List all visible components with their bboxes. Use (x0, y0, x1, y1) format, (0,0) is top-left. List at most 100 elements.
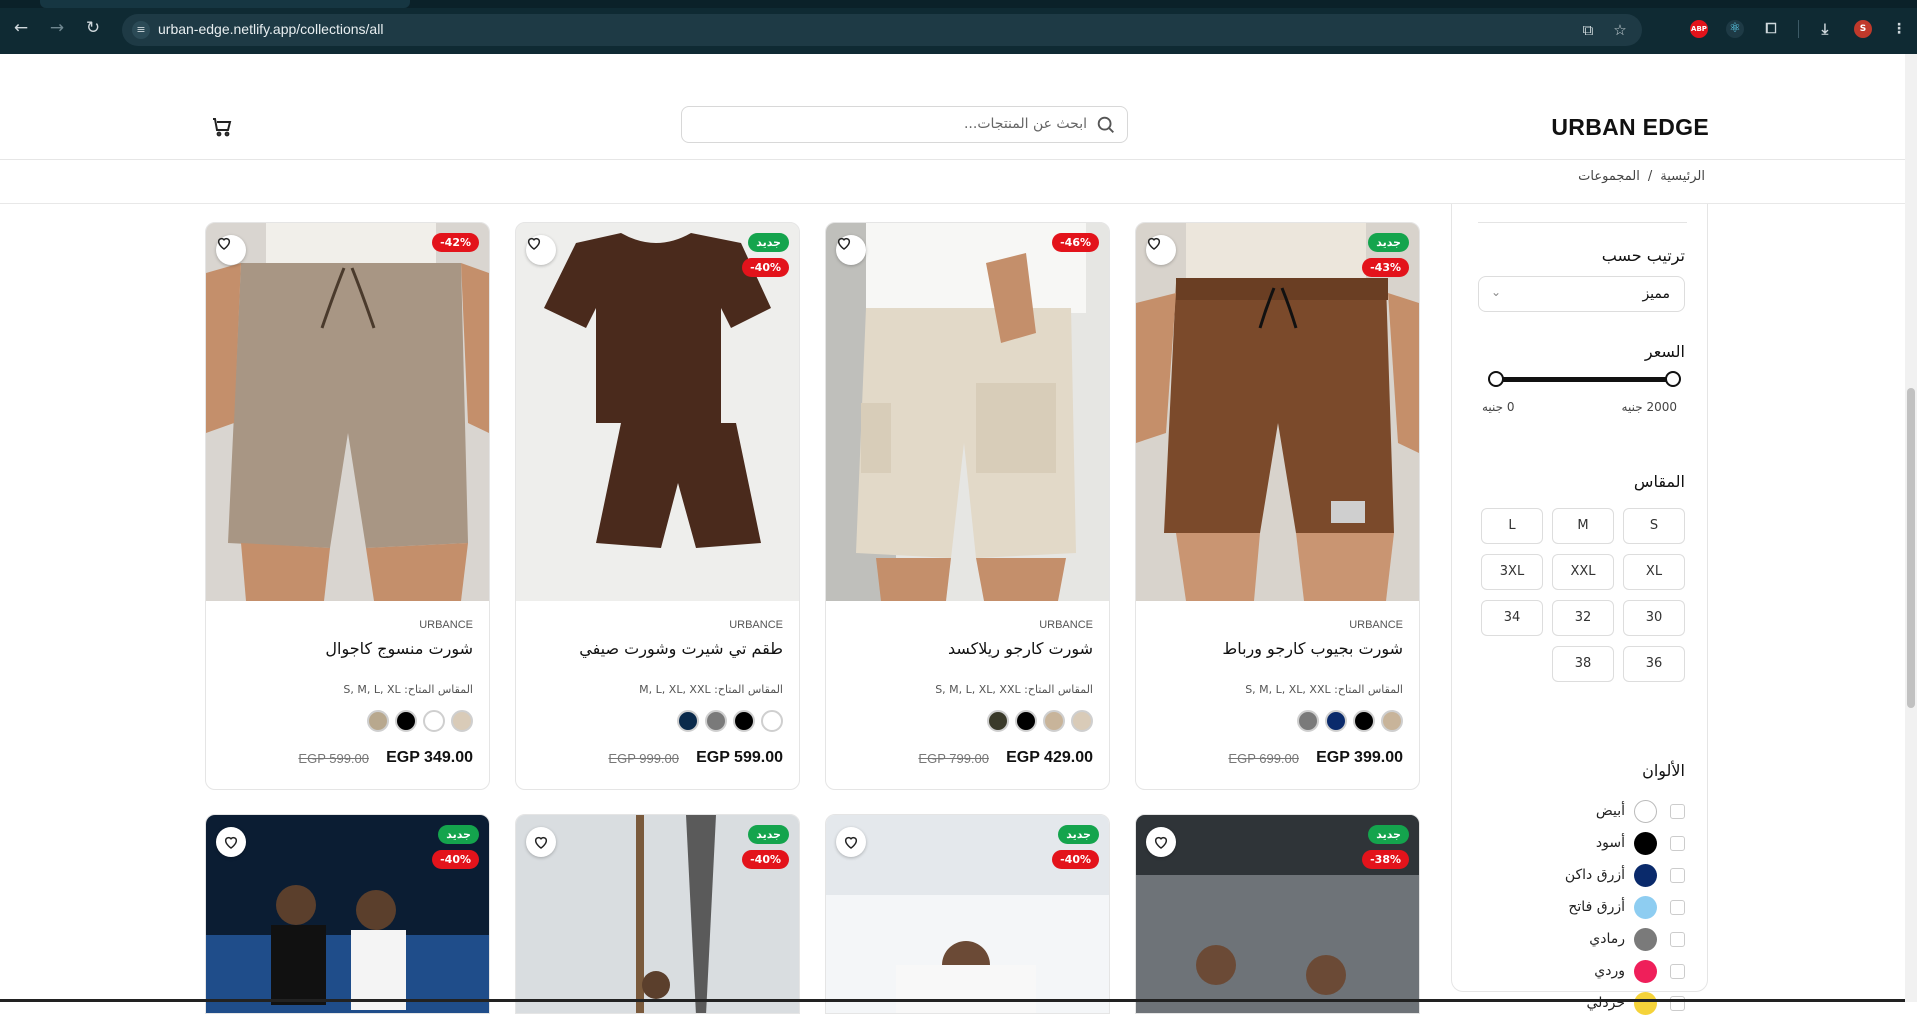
size-option[interactable]: 30 (1623, 600, 1685, 636)
product-name[interactable]: شورت بجيوب كارجو ورباط (1222, 639, 1403, 658)
color-filter-row[interactable]: أسود (1485, 831, 1685, 857)
react-devtools-icon[interactable]: ⚛ (1726, 20, 1744, 38)
color-dot[interactable] (705, 710, 727, 732)
color-filter-row[interactable]: رمادي (1485, 927, 1685, 953)
favorite-button[interactable] (216, 235, 246, 265)
size-option[interactable]: XL (1623, 554, 1685, 590)
price-max-handle[interactable] (1665, 371, 1681, 387)
color-filter-row[interactable]: أبيض (1485, 799, 1685, 825)
bookmark-star-icon[interactable]: ☆ (1610, 20, 1630, 40)
color-dot[interactable] (1381, 710, 1403, 732)
favorite-button[interactable] (216, 827, 246, 857)
search-input[interactable]: ابحث عن المنتجات... (681, 106, 1128, 143)
color-dot[interactable] (677, 710, 699, 732)
favorite-button[interactable] (526, 235, 556, 265)
product-card[interactable]: جديد -40% URBANCE طقم تي شيرت وشورت صيفي … (515, 222, 800, 790)
size-option[interactable]: 34 (1481, 600, 1543, 636)
size-option[interactable]: XXL (1552, 554, 1614, 590)
color-checkbox[interactable] (1670, 804, 1685, 819)
color-filter-row[interactable]: أزرق داكن (1485, 863, 1685, 889)
size-option[interactable]: 38 (1552, 646, 1614, 682)
search-icon[interactable] (1095, 114, 1117, 136)
favorite-button[interactable] (836, 235, 866, 265)
favorite-button[interactable] (1146, 235, 1176, 265)
size-option[interactable]: L (1481, 508, 1543, 544)
product-image[interactable]: -46% (826, 223, 1109, 601)
color-dot[interactable] (1353, 710, 1375, 732)
product-card[interactable]: -46% URBANCE شورت كارجو ريلاكسد المقاس ا… (825, 222, 1110, 790)
product-card[interactable]: -42% URBANCE شورت منسوج كاجوال المقاس ال… (205, 222, 490, 790)
product-image[interactable]: جديد -38% (1136, 815, 1419, 1013)
color-filter-row[interactable]: أزرق فاتح (1485, 895, 1685, 921)
color-dot[interactable] (1071, 710, 1093, 732)
sidebar-divider (1478, 222, 1687, 223)
color-dot[interactable] (367, 710, 389, 732)
menu-kebab-icon[interactable]: ⋮ (1890, 20, 1908, 38)
product-image[interactable]: جديد -43% (1136, 223, 1419, 601)
favorite-button[interactable] (526, 827, 556, 857)
forward-icon[interactable]: → (48, 19, 66, 37)
color-dot[interactable] (395, 710, 417, 732)
site-info-icon[interactable]: ≡ (132, 21, 150, 39)
breadcrumb-home[interactable]: الرئيسية (1660, 169, 1705, 184)
sort-select[interactable]: مميز ⌄ (1478, 276, 1685, 312)
color-dot[interactable] (1297, 710, 1319, 732)
color-checkbox[interactable] (1670, 964, 1685, 979)
size-option[interactable]: S (1623, 508, 1685, 544)
adblock-extension-icon[interactable]: ABP (1690, 20, 1708, 38)
color-dot[interactable] (1325, 710, 1347, 732)
product-card[interactable]: جديد -40% (825, 814, 1110, 1014)
product-image[interactable]: جديد -40% (516, 815, 799, 1013)
url-text[interactable]: urban-edge.netlify.app/collections/all (158, 21, 383, 37)
cart-icon[interactable] (210, 115, 234, 139)
color-dot[interactable] (451, 710, 473, 732)
scrollbar-thumb[interactable] (1907, 388, 1915, 708)
product-name[interactable]: شورت كارجو ريلاكسد (948, 639, 1093, 658)
color-filter-row[interactable]: خردلي (1485, 991, 1685, 1017)
color-name: وردي (1594, 963, 1625, 979)
product-card[interactable]: جديد -38% (1135, 814, 1420, 1014)
color-dot[interactable] (1043, 710, 1065, 732)
product-image[interactable]: -42% (206, 223, 489, 601)
profile-avatar[interactable]: S (1854, 20, 1872, 38)
price-range-slider[interactable] (1488, 371, 1681, 387)
product-colors (1291, 710, 1403, 734)
color-dot[interactable] (761, 710, 783, 732)
product-image[interactable]: جديد -40% (206, 815, 489, 1013)
address-bar[interactable]: ≡ urban-edge.netlify.app/collections/all… (122, 14, 1642, 46)
breadcrumb-current[interactable]: المجموعات (1578, 169, 1640, 184)
download-icon[interactable]: ⤓ (1816, 20, 1834, 38)
size-option[interactable]: M (1552, 508, 1614, 544)
product-image[interactable]: جديد -40% (826, 815, 1109, 1013)
active-tab[interactable] (40, 0, 410, 8)
translate-icon[interactable]: ⧉ (1578, 20, 1598, 40)
discount-badge: -46% (1052, 233, 1099, 252)
reload-icon[interactable]: ↻ (84, 19, 102, 37)
back-icon[interactable]: ← (12, 19, 30, 37)
size-option[interactable]: 32 (1552, 600, 1614, 636)
color-checkbox[interactable] (1670, 900, 1685, 915)
favorite-button[interactable] (836, 827, 866, 857)
color-checkbox[interactable] (1670, 932, 1685, 947)
product-card[interactable]: جديد -40% (205, 814, 490, 1014)
color-dot[interactable] (987, 710, 1009, 732)
size-option[interactable]: 3XL (1481, 554, 1543, 590)
page-scrollbar[interactable] (1905, 54, 1917, 1002)
color-checkbox[interactable] (1670, 868, 1685, 883)
color-checkbox[interactable] (1670, 836, 1685, 851)
product-name[interactable]: طقم تي شيرت وشورت صيفي (579, 639, 783, 658)
size-option[interactable]: 36 (1623, 646, 1685, 682)
product-image[interactable]: جديد -40% (516, 223, 799, 601)
product-name[interactable]: شورت منسوج كاجوال (325, 639, 473, 658)
product-card[interactable]: جديد -43% URBANCE شورت بجيوب كارجو ورباط … (1135, 222, 1420, 790)
color-dot[interactable] (423, 710, 445, 732)
product-brand: URBANCE (729, 619, 783, 631)
site-logo[interactable]: URBAN EDGE (1551, 114, 1709, 141)
extensions-icon[interactable]: ⧠ (1762, 20, 1780, 38)
product-card[interactable]: جديد -40% (515, 814, 800, 1014)
price-min-handle[interactable] (1488, 371, 1504, 387)
color-filter-row[interactable]: وردي (1485, 959, 1685, 985)
favorite-button[interactable] (1146, 827, 1176, 857)
color-dot[interactable] (1015, 710, 1037, 732)
color-dot[interactable] (733, 710, 755, 732)
